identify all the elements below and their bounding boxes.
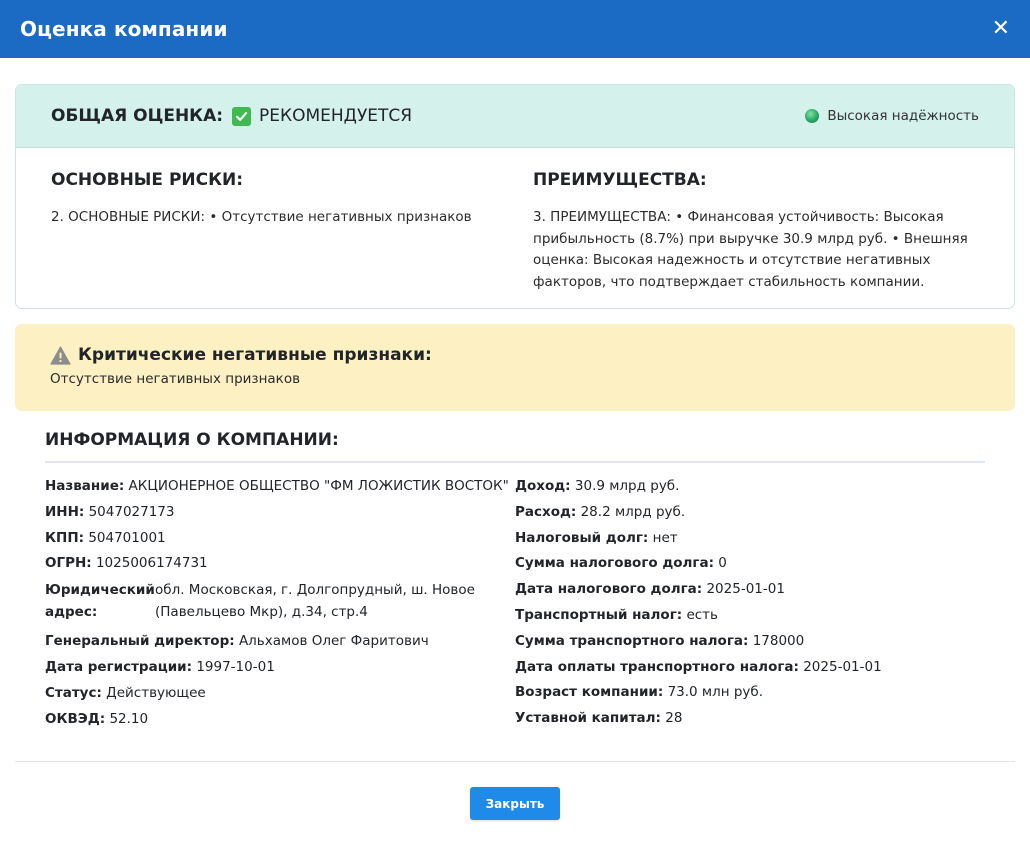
- advantages-section: ПРЕИМУЩЕСТВА: 3. ПРЕИМУЩЕСТВА: • Финансо…: [533, 170, 983, 293]
- info-row: Сумма налогового долга: 0: [515, 555, 727, 572]
- info-row: Доход: 30.9 млрд руб.: [515, 478, 680, 494]
- info-row: ОКВЭД: 52.10: [45, 710, 149, 727]
- info-row: Генеральный директор: Альхамов Олег Фари…: [45, 633, 429, 650]
- footer-divider: [15, 761, 1015, 762]
- verdict-text: РЕКОМЕНДУЕТСЯ: [259, 106, 413, 126]
- info-row: Дата налогового долга: 2025-01-01: [515, 581, 785, 598]
- critical-signs-panel: Критические негативные признаки: Отсутст…: [15, 324, 1015, 411]
- check-icon: [232, 106, 252, 126]
- info-row: ОГРН: 1025006174731: [45, 555, 208, 572]
- close-button[interactable]: Закрыть: [470, 787, 560, 820]
- advantages-text: 3. ПРЕИМУЩЕСТВА: • Финансовая устойчивос…: [533, 209, 968, 290]
- info-row: Название: АКЦИОНЕРНОЕ ОБЩЕСТВО "ФМ ЛОЖИС…: [45, 478, 509, 494]
- assessment-header: ОБЩАЯ ОЦЕНКА: РЕКОМЕНДУЕТСЯ Высокая надё…: [16, 85, 1014, 148]
- warning-icon: [50, 345, 71, 365]
- company-info-right: Доход: 30.9 млрд руб. Расход: 28.2 млрд …: [515, 476, 995, 734]
- info-row: Дата регистрации: 1997-10-01: [45, 658, 275, 675]
- close-icon[interactable]: ✕: [992, 18, 1010, 40]
- info-row: Транспортный налог: есть: [515, 606, 719, 623]
- info-row-address: Юридический адрес: обл. Московская, г. Д…: [45, 582, 475, 621]
- company-info-title: ИНФОРМАЦИЯ О КОМПАНИИ:: [45, 430, 339, 450]
- overall-label: ОБЩАЯ ОЦЕНКА:: [51, 106, 224, 126]
- info-row: КПП: 504701001: [45, 529, 166, 546]
- risks-text: 2. ОСНОВНЫЕ РИСКИ: • Отсутствие негативн…: [51, 209, 472, 225]
- reliability-badge: Высокая надёжность: [805, 108, 979, 124]
- info-row: ИНН: 5047027173: [45, 503, 175, 520]
- assessment-card: ОБЩАЯ ОЦЕНКА: РЕКОМЕНДУЕТСЯ Высокая надё…: [15, 84, 1015, 309]
- info-row: Статус: Действующее: [45, 684, 206, 701]
- reliability-text: Высокая надёжность: [827, 108, 979, 124]
- advantages-title: ПРЕИМУЩЕСТВА:: [533, 170, 707, 190]
- modal-title: Оценка компании: [20, 17, 228, 41]
- risks-title: ОСНОВНЫЕ РИСКИ:: [51, 170, 244, 190]
- status-dot-icon: [805, 109, 820, 123]
- critical-text: Отсутствие негативных признаков: [50, 371, 301, 387]
- info-row: Налоговый долг: нет: [515, 529, 678, 546]
- info-row: Сумма транспортного налога: 178000: [515, 632, 805, 649]
- overall-rating: ОБЩАЯ ОЦЕНКА: РЕКОМЕНДУЕТСЯ: [51, 106, 412, 126]
- info-row: Возраст компании: 73.0 млн руб.: [515, 684, 764, 701]
- modal-header: Оценка компании ✕: [0, 0, 1030, 58]
- info-row: Уставной капитал: 28: [515, 710, 683, 727]
- info-row: Расход: 28.2 млрд руб.: [515, 503, 686, 520]
- critical-title: Критические негативные признаки:: [78, 345, 432, 365]
- info-row: Дата оплаты транспортного налога: 2025-0…: [515, 658, 882, 675]
- risks-section: ОСНОВНЫЕ РИСКИ: 2. ОСНОВНЫЕ РИСКИ: • Отс…: [51, 170, 491, 229]
- company-info-left: Название: АКЦИОНЕРНОЕ ОБЩЕСТВО "ФМ ЛОЖИС…: [45, 476, 509, 734]
- divider: [45, 461, 985, 463]
